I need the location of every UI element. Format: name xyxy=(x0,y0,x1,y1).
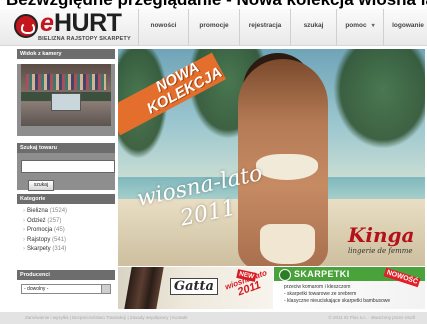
skarpetki-line-1: przeciw komarom i kleszczom xyxy=(284,284,351,290)
nav-item-pomoc[interactable]: pomoc ▾ xyxy=(336,9,383,45)
nav-item-nowosci[interactable]: nowości xyxy=(138,9,188,45)
category-item-rajstopy[interactable]: Rajstopy (541) xyxy=(17,236,115,246)
promo-gatta-banner[interactable]: Gatta wiosna-lato 2011 NEW xyxy=(118,267,273,309)
site-footer: Zamówienie i wysyłka | Bezpieczeństwo Tr… xyxy=(0,312,427,324)
category-item-odziez[interactable]: Odzież (257) xyxy=(17,217,115,227)
skarpetki-line-2: - skarpetki towarowe ze srebrem xyxy=(284,291,357,297)
top-banner-text: Bezwzględne przeglądanie - Nowa kolekcja… xyxy=(0,0,427,9)
producer-select[interactable]: - dowolny - xyxy=(21,284,111,294)
hero-brand-sub: lingerie de femme xyxy=(348,247,413,255)
gatta-logo: Gatta xyxy=(170,278,218,295)
category-item-bielizna[interactable]: Bielizna (1524) xyxy=(17,207,115,217)
producer-select-value: - dowolny - xyxy=(24,286,49,292)
footer-copyright: © 2011 ID Plus s.c. · stworzony przez eS… xyxy=(328,315,415,320)
categories-panel-title: Kategorie xyxy=(17,194,115,204)
shield-icon xyxy=(279,269,291,281)
nav-item-szukaj[interactable]: szukaj xyxy=(290,9,336,45)
hero-banner[interactable]: NOWA KOLEKCJA wiosna-lato 2011 Kinga lin… xyxy=(118,49,425,266)
skarpetki-line-3: - klasyczne nieuciskające skarpetki bamb… xyxy=(284,298,391,304)
camera-feed-image[interactable] xyxy=(21,64,111,126)
nav-item-rejestracja[interactable]: rejestracja xyxy=(239,9,290,45)
chevron-down-icon: ▾ xyxy=(371,23,375,29)
category-item-skarpety[interactable]: Skarpety (314) xyxy=(17,245,115,255)
search-input[interactable] xyxy=(21,160,115,173)
logo-tagline: BIELIZNA RAJSTOPY SKARPETY xyxy=(38,36,131,42)
promo-skarpetki-banner[interactable]: SKARPETKI NOWOŚĆ przeciw komarom i klesz… xyxy=(274,267,425,309)
camera-panel-title: Widok z kamery xyxy=(17,49,115,59)
camera-panel: Widok z kamery xyxy=(17,49,115,136)
search-panel: Szukaj towaru szukaj xyxy=(17,143,115,191)
categories-panel: Kategorie Bielizna (1524) Odzież (257) P… xyxy=(17,194,115,264)
search-panel-title: Szukaj towaru xyxy=(17,143,115,153)
site-header: e HURT BIELIZNA RAJSTOPY SKARPETY nowośc… xyxy=(0,9,427,46)
skarpetki-title: SKARPETKI xyxy=(294,269,350,279)
logo-hurt: HURT xyxy=(54,9,122,37)
logo-e: e xyxy=(40,9,54,37)
nav-item-logowanie[interactable]: logowanie xyxy=(383,9,427,45)
legs-image xyxy=(124,267,164,309)
category-item-promocja[interactable]: Promocja (45) xyxy=(17,226,115,236)
search-button[interactable]: szukaj xyxy=(28,180,54,191)
hero-brand-logo: Kinga xyxy=(348,223,415,247)
site-logo[interactable]: e HURT BIELIZNA RAJSTOPY SKARPETY xyxy=(14,9,134,44)
logo-mark-icon xyxy=(14,14,38,38)
main-nav: nowości promocje rejestracja szukaj pomo… xyxy=(138,9,427,45)
producers-panel: Producenci - dowolny - xyxy=(17,270,115,306)
footer-links[interactable]: Zamówienie i wysyłka | Bezpieczeństwo Tr… xyxy=(25,312,187,324)
select-arrow-icon xyxy=(101,285,110,293)
producers-panel-title: Producenci xyxy=(17,270,115,280)
nav-item-promocje[interactable]: promocje xyxy=(188,9,239,45)
